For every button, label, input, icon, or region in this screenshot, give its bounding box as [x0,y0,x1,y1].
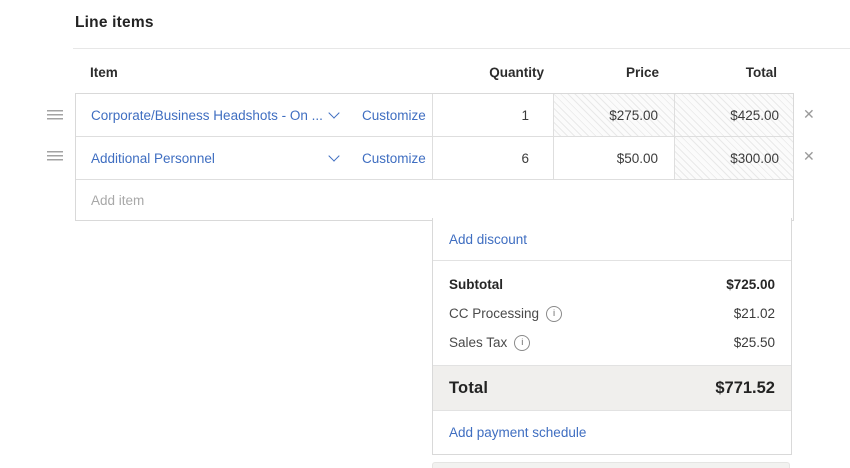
next-section-edge [432,462,790,468]
item-dropdown[interactable]: Additional Personnel [91,150,340,166]
cc-processing-label: CC Processing i [449,305,563,322]
customize-link[interactable]: Customize [362,108,426,123]
total-value: $771.52 [715,378,775,397]
add-payment-schedule-link[interactable]: Add payment schedule [449,425,586,440]
payment-schedule-row: Add payment schedule [433,411,791,454]
total-label: Total [449,378,489,397]
quantity-field[interactable]: 6 [432,137,553,179]
add-discount-row: Add discount [433,218,791,261]
info-icon[interactable]: i [514,334,531,351]
column-header-price: Price [625,64,659,80]
sales-tax-label: Sales Tax i [449,334,531,351]
cc-processing-text: CC Processing [449,306,540,321]
summary-panel: Add discount Subtotal $725.00 CC Process… [432,218,792,455]
subtotal-line: Subtotal $725.00 [449,270,775,299]
price-field[interactable]: $50.00 [553,137,674,179]
total-field-locked: $300.00 [674,137,793,179]
remove-row-button[interactable]: ✕ [803,107,815,121]
add-item-input[interactable]: Add item [76,180,793,220]
quantity-field[interactable]: 1 [432,94,553,136]
summary-lines: Subtotal $725.00 CC Processing i $21.02 … [433,261,791,365]
column-header-item: Item [90,64,118,80]
line-items-section: Line items Item Quantity Price Total Cor… [0,0,850,468]
cc-processing-value: $21.02 [733,306,775,321]
add-discount-link[interactable]: Add discount [449,232,527,247]
table-header-row: Item Quantity Price Total [75,59,792,85]
sales-tax-line: Sales Tax i $25.50 [449,328,775,357]
item-name: Additional Personnel [91,150,215,166]
info-icon[interactable]: i [546,305,563,322]
drag-handle-row-2[interactable] [47,151,63,161]
remove-row-button[interactable]: ✕ [803,149,815,163]
table-row: Corporate/Business Headshots - On ... Cu… [76,94,793,137]
page-title: Line items [75,14,154,31]
chevron-down-icon [328,107,340,119]
line-items-table: Corporate/Business Headshots - On ... Cu… [75,93,794,221]
item-cell: Corporate/Business Headshots - On ... Cu… [76,94,432,136]
sales-tax-value: $25.50 [733,335,775,350]
column-header-total: Total [745,64,777,80]
drag-handle-row-1[interactable] [47,110,63,120]
total-row: Total $771.52 [433,365,791,411]
subtotal-label: Subtotal [449,277,503,292]
customize-link[interactable]: Customize [362,151,426,166]
item-name: Corporate/Business Headshots - On ... [91,107,323,123]
table-top-divider [73,48,850,49]
subtotal-value: $725.00 [726,277,775,292]
item-dropdown[interactable]: Corporate/Business Headshots - On ... [91,107,340,123]
table-row: Additional Personnel Customize 6 $50.00 … [76,137,793,180]
total-field-locked: $425.00 [674,94,793,136]
column-header-quantity: Quantity [489,64,544,80]
sales-tax-text: Sales Tax [449,335,508,350]
item-cell: Additional Personnel Customize [76,137,432,179]
chevron-down-icon [328,150,340,162]
price-field-locked: $275.00 [553,94,674,136]
cc-processing-line: CC Processing i $21.02 [449,299,775,328]
